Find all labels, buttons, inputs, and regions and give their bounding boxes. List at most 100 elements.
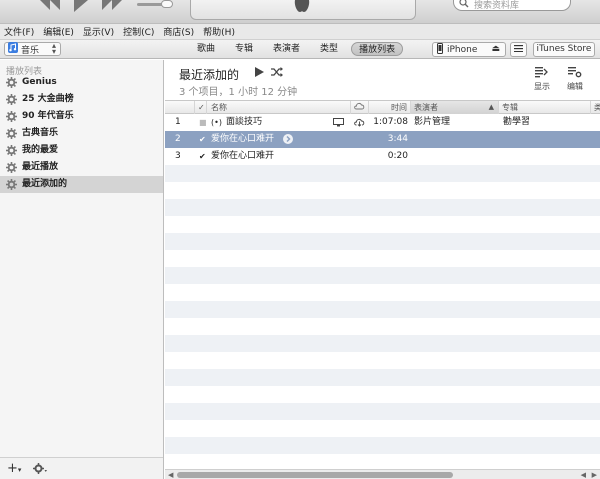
empty-row	[165, 216, 600, 233]
menu-edit[interactable]: 编辑(E)	[43, 25, 74, 38]
empty-row	[165, 335, 600, 352]
sidebar-item-label: 最近添加的	[22, 179, 68, 189]
go-arrow-icon[interactable]	[283, 131, 293, 148]
music-note-icon	[8, 42, 18, 56]
video-icon	[333, 114, 344, 131]
empty-row	[165, 250, 600, 267]
empty-row	[165, 369, 600, 386]
sidebar-footer: +▾	[0, 457, 163, 479]
table-row[interactable]: 1 ■ (•) 面談技巧 1:07:08 影片管理 勸學習	[165, 114, 600, 131]
tab-albums[interactable]: 专辑	[228, 42, 260, 56]
track-artist: 影片管理	[414, 117, 451, 127]
add-playlist-icon[interactable]: +▾	[7, 461, 21, 476]
empty-row	[165, 386, 600, 403]
scrollbar-thumb[interactable]	[177, 472, 453, 478]
tab-songs[interactable]: 歌曲	[190, 42, 222, 56]
empty-row	[165, 437, 600, 454]
scroll-left-icon[interactable]: ◀	[168, 471, 173, 479]
podcast-icon: (•)	[211, 118, 222, 127]
track-number: 1	[175, 117, 181, 127]
device-label: iPhone	[447, 44, 478, 55]
volume-slider[interactable]	[135, 0, 175, 8]
column-genre[interactable]: 类	[594, 101, 600, 114]
play-icon[interactable]	[74, 0, 88, 12]
main-panel: 最近添加的 3 个项目，1 小时 12 分钟 显示 编辑 ✓ 名称 时间 表演者…	[165, 60, 600, 479]
table-row[interactable]: 3 ✔ 爱你在心口难开 0:20	[165, 148, 600, 165]
now-playing-display	[190, 0, 416, 20]
view-options-label: 显示	[534, 82, 550, 91]
sidebar-item-playlist[interactable]: 最近播放	[0, 159, 163, 176]
sidebar-item-label: 我的最爱	[22, 145, 59, 155]
sidebar-item-label: 90 年代音乐	[22, 111, 74, 121]
column-time[interactable]: 时间	[369, 101, 411, 114]
column-number[interactable]	[165, 101, 195, 114]
cloud-download-icon[interactable]	[354, 114, 365, 131]
playlist-summary: 3 个项目，1 小时 12 分钟	[179, 87, 298, 98]
track-time: 3:44	[387, 134, 408, 144]
sidebar-item-label: Genius	[22, 77, 57, 87]
menu-store[interactable]: 商店(S)	[163, 25, 194, 38]
device-button[interactable]: iPhone ⏏	[432, 42, 506, 57]
itunes-store-button[interactable]: iTunes Store	[533, 42, 595, 57]
menu-bar: 文件(F) 编辑(E) 显示(V) 控制(C) 商店(S) 帮助(H)	[0, 24, 600, 40]
empty-row	[165, 318, 600, 335]
sidebar-item-playlist[interactable]: 最近添加的	[0, 176, 163, 193]
next-icon[interactable]	[102, 0, 122, 11]
horizontal-scrollbar[interactable]: ◀ ◀ ▶	[165, 469, 600, 479]
track-checkbox[interactable]: ✔	[199, 135, 206, 144]
navigation-bar: 音乐 ▴ ▾ 歌曲 专辑 表演者 类型 播放列表 iPhone ⏏ iTunes …	[0, 40, 600, 59]
edit-playlist-button[interactable]: 编辑	[562, 67, 588, 92]
column-check[interactable]: ✓	[195, 101, 207, 114]
sidebar-item-playlist[interactable]: 古典音乐	[0, 125, 163, 142]
sidebar-item-playlist[interactable]: Genius	[0, 74, 163, 91]
menu-help[interactable]: 帮助(H)	[203, 25, 235, 38]
play-playlist-icon[interactable]	[255, 67, 264, 80]
search-icon	[459, 0, 469, 12]
list-view-button[interactable]	[510, 42, 527, 57]
track-number: 3	[175, 151, 181, 161]
view-tabs: 歌曲 专辑 表演者 类型 播放列表	[190, 42, 404, 56]
sidebar: 播放列表 Genius 25 大金曲榜 90 年代音乐 古典音乐 我的最爱 最近播放 最近添…	[0, 60, 164, 479]
sidebar-item-playlist[interactable]: 90 年代音乐	[0, 108, 163, 125]
shuffle-icon[interactable]	[271, 67, 283, 80]
table-row[interactable]: 2 ✔ 爱你在心口难开 3:44	[165, 131, 600, 148]
tab-playlists[interactable]: 播放列表	[351, 42, 404, 56]
column-headers: ✓ 名称 时间 表演者 ▲ 专辑 类	[165, 100, 600, 114]
menu-controls[interactable]: 控制(C)	[123, 25, 154, 38]
up-down-arrows-icon: ▴ ▾	[51, 41, 56, 56]
playlist-header: 最近添加的 3 个项目，1 小时 12 分钟 显示 编辑	[165, 60, 600, 100]
edit-playlist-icon	[568, 67, 582, 81]
gear-icon[interactable]	[33, 463, 47, 477]
empty-row	[165, 403, 600, 420]
tab-genres[interactable]: 类型	[313, 42, 345, 56]
track-number: 2	[175, 134, 181, 144]
previous-icon[interactable]	[40, 0, 60, 11]
track-checkbox[interactable]: ■	[199, 118, 207, 127]
column-name[interactable]: 名称	[207, 101, 351, 114]
empty-row	[165, 182, 600, 199]
column-album[interactable]: 专辑	[499, 101, 591, 114]
menu-file[interactable]: 文件(F)	[4, 25, 34, 38]
empty-row	[165, 267, 600, 284]
list-icon	[514, 44, 523, 55]
track-name: 爱你在心口难开	[211, 134, 275, 144]
view-options-button[interactable]: 显示	[529, 67, 555, 92]
search-field[interactable]: 搜索资料库	[453, 0, 571, 11]
column-cloud[interactable]	[351, 101, 369, 114]
sidebar-item-playlist[interactable]: 我的最爱	[0, 142, 163, 159]
view-options-icon	[535, 67, 549, 81]
library-selector[interactable]: 音乐 ▴ ▾	[4, 42, 61, 56]
volume-knob[interactable]	[161, 0, 173, 8]
eject-icon[interactable]: ⏏	[491, 44, 500, 54]
library-label: 音乐	[21, 45, 40, 56]
track-checkbox[interactable]: ✔	[199, 152, 206, 161]
column-artist[interactable]: 表演者 ▲	[411, 101, 499, 114]
scroll-left-arrow-icon[interactable]: ◀	[581, 471, 586, 479]
sidebar-item-label: 最近播放	[22, 162, 59, 172]
tab-artists[interactable]: 表演者	[266, 42, 307, 56]
column-artist-label: 表演者	[414, 103, 438, 112]
scroll-right-icon[interactable]: ▶	[592, 471, 597, 479]
sidebar-item-playlist[interactable]: 25 大金曲榜	[0, 91, 163, 108]
menu-view[interactable]: 显示(V)	[83, 25, 114, 38]
track-time: 1:07:08	[373, 117, 408, 127]
